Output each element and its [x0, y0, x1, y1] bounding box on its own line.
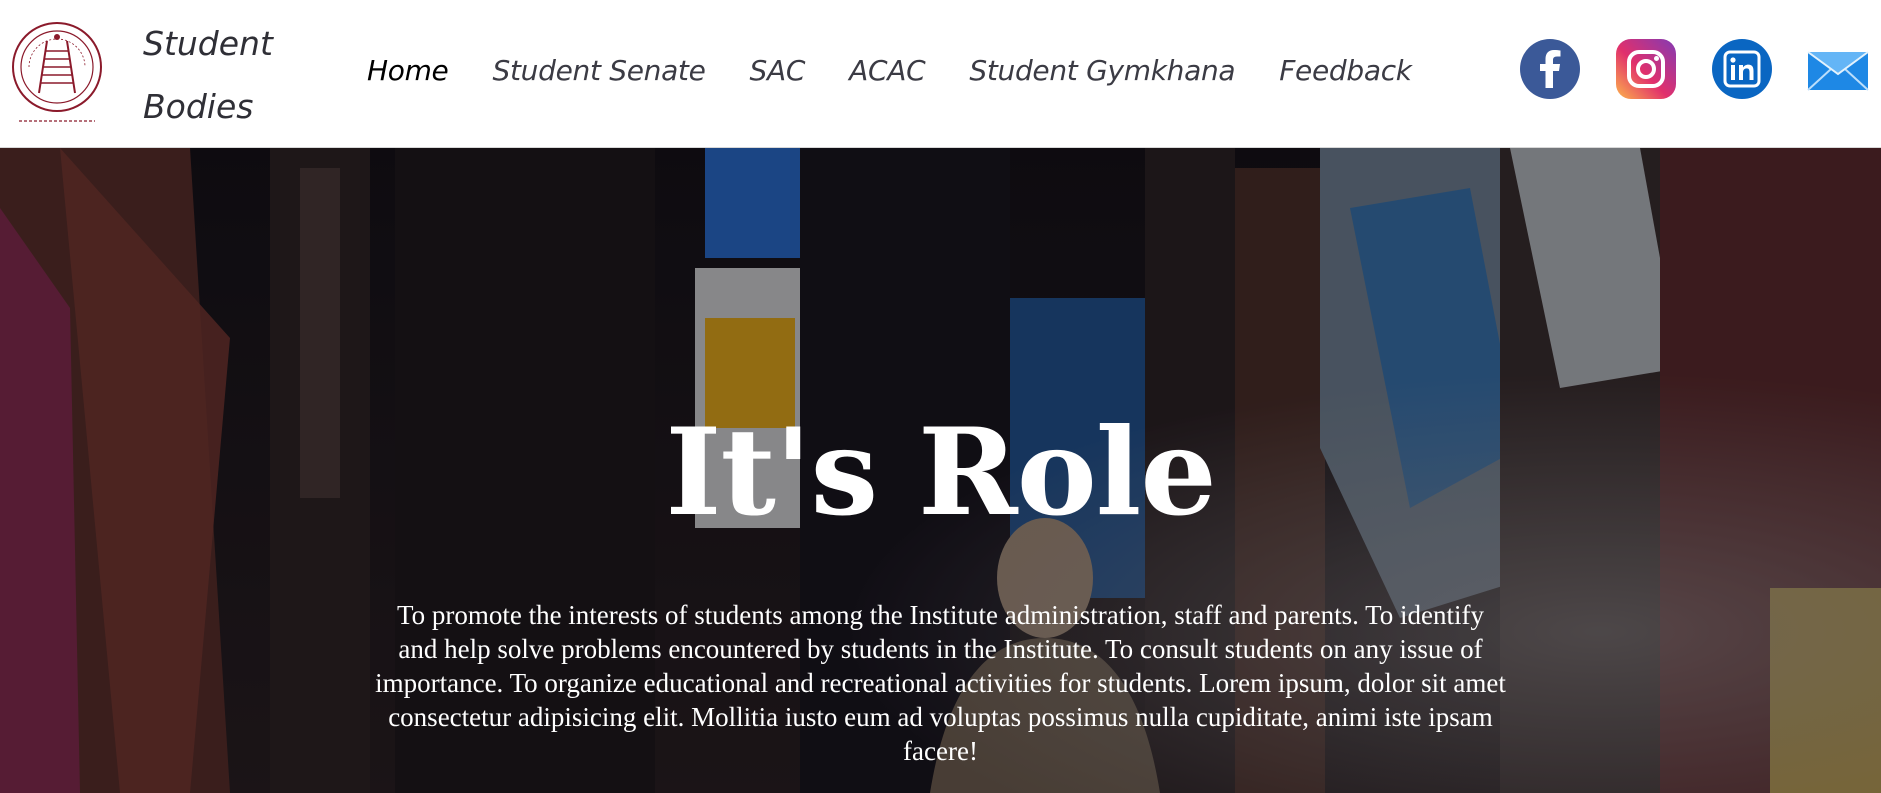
nav-feedback-link[interactable]: Feedback [1279, 54, 1412, 87]
hero-section: It's Role To promote the interests of st… [0, 148, 1881, 793]
facebook-icon[interactable] [1519, 38, 1581, 100]
brand-line-1: Student [143, 24, 273, 63]
brand-line-2: Bodies [143, 87, 254, 126]
linkedin-icon[interactable] [1711, 38, 1773, 100]
nav-student-senate-link[interactable]: Student Senate [493, 54, 706, 87]
nav-student-gymkhana-link[interactable]: Student Gymkhana [969, 54, 1235, 87]
institute-seal-icon[interactable] [9, 19, 105, 127]
instagram-icon[interactable] [1615, 38, 1677, 100]
nav-acac-link[interactable]: ACAC [849, 54, 926, 87]
hero-description: To promote the interests of students amo… [375, 600, 1506, 766]
top-navbar: Student Bodies Home Student Senate SAC A… [0, 0, 1881, 148]
main-nav: Home Student Senate SAC ACAC Student Gym… [367, 44, 1456, 96]
nav-sac-link[interactable]: SAC [750, 54, 806, 87]
mail-icon[interactable] [1807, 38, 1869, 100]
social-links [1519, 38, 1869, 100]
hero-title: It's Role [665, 402, 1216, 543]
nav-home-link[interactable]: Home [367, 54, 449, 87]
site-brand[interactable]: Student Bodies [143, 12, 293, 138]
